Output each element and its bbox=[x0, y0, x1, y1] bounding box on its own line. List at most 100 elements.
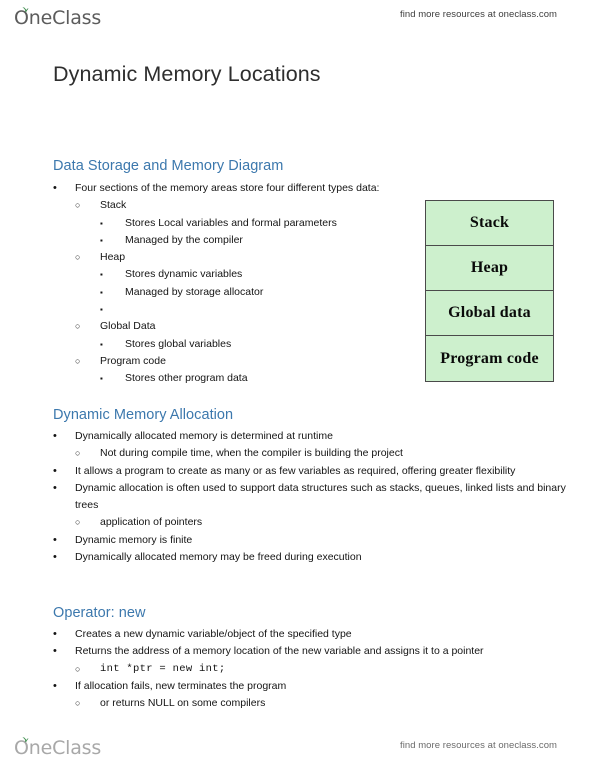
page-footer: OneClass find more resources at oneclass… bbox=[0, 734, 595, 760]
list-item-text: application of pointers bbox=[100, 516, 203, 529]
list-item: • Returns the address of a memory locati… bbox=[53, 643, 583, 678]
list-item-text: Dynamically allocated memory is determin… bbox=[75, 430, 333, 442]
list-item-text: If allocation fails, new terminates the … bbox=[75, 679, 287, 692]
list-item: • Creates a new dynamic variable/object … bbox=[53, 626, 583, 643]
list-item-text: Returns the address of a memory location… bbox=[75, 645, 484, 658]
memory-cell-heap: Heap bbox=[426, 246, 553, 291]
bullet-list-level-1: • Four sections of the memory areas stor… bbox=[53, 180, 433, 388]
memory-cell-global-data: Global data bbox=[426, 291, 553, 336]
bullet-marker-disc: • bbox=[53, 628, 57, 640]
footer-brand-logo: OneClass bbox=[14, 734, 101, 758]
bullet-marker-disc: • bbox=[53, 551, 57, 564]
list-item-text: Dynamically allocated memory may be free… bbox=[75, 551, 362, 564]
list-item-text: Dynamic memory is finite bbox=[75, 533, 193, 546]
list-item-text: Heap bbox=[100, 251, 126, 264]
bullet-list-level-3: ▪ Stores global variables bbox=[100, 336, 433, 353]
list-item: • Dynamically allocated memory may be fr… bbox=[53, 549, 583, 566]
bullet-marker-disc: • bbox=[53, 464, 57, 477]
list-item: ○ Stack ▪ Stores Local variables and for… bbox=[75, 197, 433, 249]
bullet-marker-circle: ○ bbox=[75, 321, 81, 332]
bullet-list-level-3: ▪ Stores other program data bbox=[100, 370, 433, 387]
bullet-list-level-2: ○ Stack ▪ Stores Local variables and for… bbox=[75, 197, 433, 387]
list-item: • Dynamically allocated memory is determ… bbox=[53, 428, 583, 463]
bullet-marker-circle: ○ bbox=[75, 663, 81, 674]
bullet-marker-square: ▪ bbox=[100, 339, 103, 349]
footer-brand-name: OneClass bbox=[14, 737, 102, 759]
list-item-empty: ▪ bbox=[100, 301, 433, 318]
bullet-list-level-2: ○ Not during compile time, when the comp… bbox=[75, 445, 583, 462]
brand-logo: OneClass bbox=[14, 4, 101, 28]
section-content-operator-new: • Creates a new dynamic variable/object … bbox=[53, 626, 583, 712]
memory-cell-program-code: Program code bbox=[426, 336, 553, 381]
list-item-text: Stores Local variables and formal parame… bbox=[125, 216, 337, 229]
list-item-text: Stack bbox=[100, 199, 127, 212]
list-item: ○ or returns NULL on some compilers bbox=[75, 695, 583, 712]
bullet-marker-square: ▪ bbox=[100, 287, 103, 297]
memory-cell-stack: Stack bbox=[426, 201, 553, 246]
list-item: ○ Not during compile time, when the comp… bbox=[75, 445, 583, 462]
list-item-text: Stores other program data bbox=[125, 372, 248, 385]
list-item: ○ application of pointers bbox=[75, 514, 583, 531]
list-item-text: Global Data bbox=[100, 320, 156, 333]
code-snippet: int *ptr = new int; bbox=[100, 662, 226, 675]
list-item-text: Creates a new dynamic variable/object of… bbox=[75, 628, 352, 640]
bullet-list-level-2: ○ application of pointers bbox=[75, 514, 583, 531]
section-heading-data-storage: Data Storage and Memory Diagram bbox=[53, 158, 284, 174]
list-item: • If allocation fails, new terminates th… bbox=[53, 678, 583, 713]
list-item-text: or returns NULL on some compilers bbox=[100, 697, 266, 710]
list-item: • Four sections of the memory areas stor… bbox=[53, 180, 433, 388]
page-title: Dynamic Memory Locations bbox=[53, 62, 321, 86]
list-item: ▪ Stores dynamic variables bbox=[100, 266, 433, 283]
bullet-list-level-2: ○ or returns NULL on some compilers bbox=[75, 695, 583, 712]
memory-cell-label: Program code bbox=[440, 349, 539, 367]
memory-cell-label: Heap bbox=[470, 259, 509, 276]
list-item: ▪ Managed by storage allocator bbox=[100, 284, 433, 301]
list-item: ▪ Stores global variables bbox=[100, 336, 433, 353]
list-item-text: Stores global variables bbox=[125, 337, 232, 350]
bullet-marker-circle: ○ bbox=[75, 698, 81, 709]
bullet-marker-circle: ○ bbox=[75, 355, 81, 366]
section-heading-dynamic-allocation: Dynamic Memory Allocation bbox=[53, 407, 234, 423]
list-item: ▪ Stores other program data bbox=[100, 370, 433, 387]
header-tagline: find more resources at oneclass.com bbox=[400, 9, 557, 20]
bullet-list-level-2: ○ int *ptr = new int; bbox=[75, 661, 583, 678]
list-item: ○ Program code ▪ Stores other program da… bbox=[75, 353, 433, 388]
bullet-marker-disc: • bbox=[53, 481, 57, 494]
footer-tagline: find more resources at oneclass.com bbox=[400, 740, 557, 751]
list-item-code: ○ int *ptr = new int; bbox=[75, 661, 583, 678]
bullet-list-level-3: ▪ Stores dynamic variables ▪ Managed by … bbox=[100, 266, 433, 318]
list-item-text: Managed by the compiler bbox=[125, 233, 243, 246]
bullet-marker-circle: ○ bbox=[75, 200, 81, 211]
list-item-text: Not during compile time, when the compil… bbox=[100, 447, 403, 460]
bullet-marker-circle: ○ bbox=[75, 252, 81, 263]
section-content-data-storage: • Four sections of the memory areas stor… bbox=[53, 180, 433, 388]
memory-cell-label: Global data bbox=[448, 304, 531, 321]
section-content-dynamic-allocation: • Dynamically allocated memory is determ… bbox=[53, 428, 583, 566]
memory-cell-label: Stack bbox=[469, 214, 510, 231]
bullet-marker-disc: • bbox=[53, 533, 57, 546]
bullet-marker-square: ▪ bbox=[100, 218, 103, 228]
memory-layout-diagram: Stack Heap Global data Program code bbox=[425, 200, 554, 382]
bullet-marker-square: ▪ bbox=[100, 374, 103, 384]
list-item: ○ Heap ▪ Stores dynamic variables ▪ Mana… bbox=[75, 249, 433, 318]
page-header: OneClass find more resources at oneclass… bbox=[0, 4, 595, 30]
bullet-marker-square: ▪ bbox=[100, 270, 103, 280]
bullet-marker-disc: • bbox=[53, 679, 57, 692]
bullet-marker-circle: ○ bbox=[75, 517, 81, 528]
list-item-text: Dynamic allocation is often used to supp… bbox=[75, 481, 566, 512]
list-item: ▪ Managed by the compiler bbox=[100, 232, 433, 249]
list-item-text: It allows a program to create as many or… bbox=[75, 464, 516, 477]
bullet-list-level-1: • Dynamically allocated memory is determ… bbox=[53, 428, 583, 566]
bullet-marker-circle: ○ bbox=[75, 448, 81, 459]
bullet-marker-disc: • bbox=[53, 430, 57, 442]
list-item: ▪ Stores Local variables and formal para… bbox=[100, 215, 433, 232]
list-item-text: Four sections of the memory areas store … bbox=[75, 182, 380, 194]
bullet-marker-square: ▪ bbox=[100, 305, 103, 315]
bullet-marker-square: ▪ bbox=[100, 235, 103, 245]
list-item: ○ Global Data ▪ Stores global variables bbox=[75, 318, 433, 353]
list-item: • Dynamic memory is finite bbox=[53, 532, 583, 549]
list-item-text: Stores dynamic variables bbox=[125, 268, 243, 281]
list-item-text: Program code bbox=[100, 354, 166, 367]
section-heading-operator-new: Operator: new bbox=[53, 605, 146, 621]
list-item-text bbox=[125, 301, 433, 318]
